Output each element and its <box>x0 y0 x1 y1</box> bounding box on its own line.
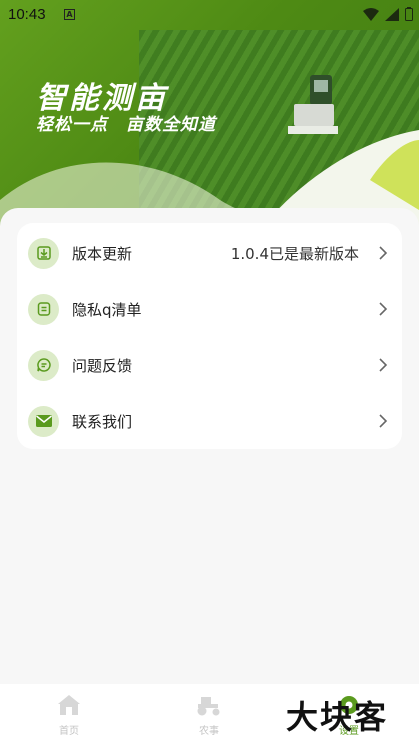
wifi-icon <box>363 7 379 21</box>
menu-item-label: 隐私q清单 <box>72 300 142 319</box>
chevron-right-icon <box>379 414 388 428</box>
document-icon <box>28 293 59 325</box>
mail-icon <box>28 405 59 437</box>
tab-home[interactable]: 首页 <box>29 694 109 737</box>
hero-subtitle: 轻松一点 亩数全知道 <box>36 115 216 135</box>
tab-farming[interactable]: 农事 <box>169 694 249 737</box>
signal-icon <box>385 7 399 21</box>
menu-item-label: 联系我们 <box>72 412 133 431</box>
status-bar: 10:43 A <box>0 0 419 30</box>
tractor-icon <box>197 697 220 716</box>
chevron-right-icon <box>379 246 388 260</box>
menu-item-contact-us[interactable]: 联系我们 <box>17 393 402 449</box>
hero-banner: 智能测亩 轻松一点 亩数全知道 <box>0 0 419 230</box>
menu-item-feedback[interactable]: 问题反馈 <box>17 337 402 393</box>
chat-bubble-icon <box>28 349 59 381</box>
home-icon <box>58 695 80 715</box>
status-time: 10:43 <box>8 6 46 23</box>
system-icons <box>363 7 413 21</box>
battery-icon <box>405 7 413 21</box>
tab-label: 农事 <box>199 726 219 737</box>
menu-item-privacy-list[interactable]: 隐私q清单 <box>17 281 402 337</box>
menu-item-version-update[interactable]: 版本更新 1.0.4已是最新版本 <box>17 225 402 281</box>
menu-item-label: 问题反馈 <box>72 356 133 375</box>
download-icon <box>28 237 59 269</box>
sim-badge: A <box>64 9 75 20</box>
version-status: 1.0.4已是最新版本 <box>230 244 359 263</box>
chevron-right-icon <box>379 302 388 316</box>
watermark-text: 大块客 <box>286 698 389 736</box>
tab-label: 首页 <box>59 726 79 737</box>
settings-menu-card: 版本更新 1.0.4已是最新版本 隐私q清单 问题反馈 联系我们 <box>17 223 402 449</box>
menu-item-label: 版本更新 <box>72 244 133 263</box>
chevron-right-icon <box>379 358 388 372</box>
